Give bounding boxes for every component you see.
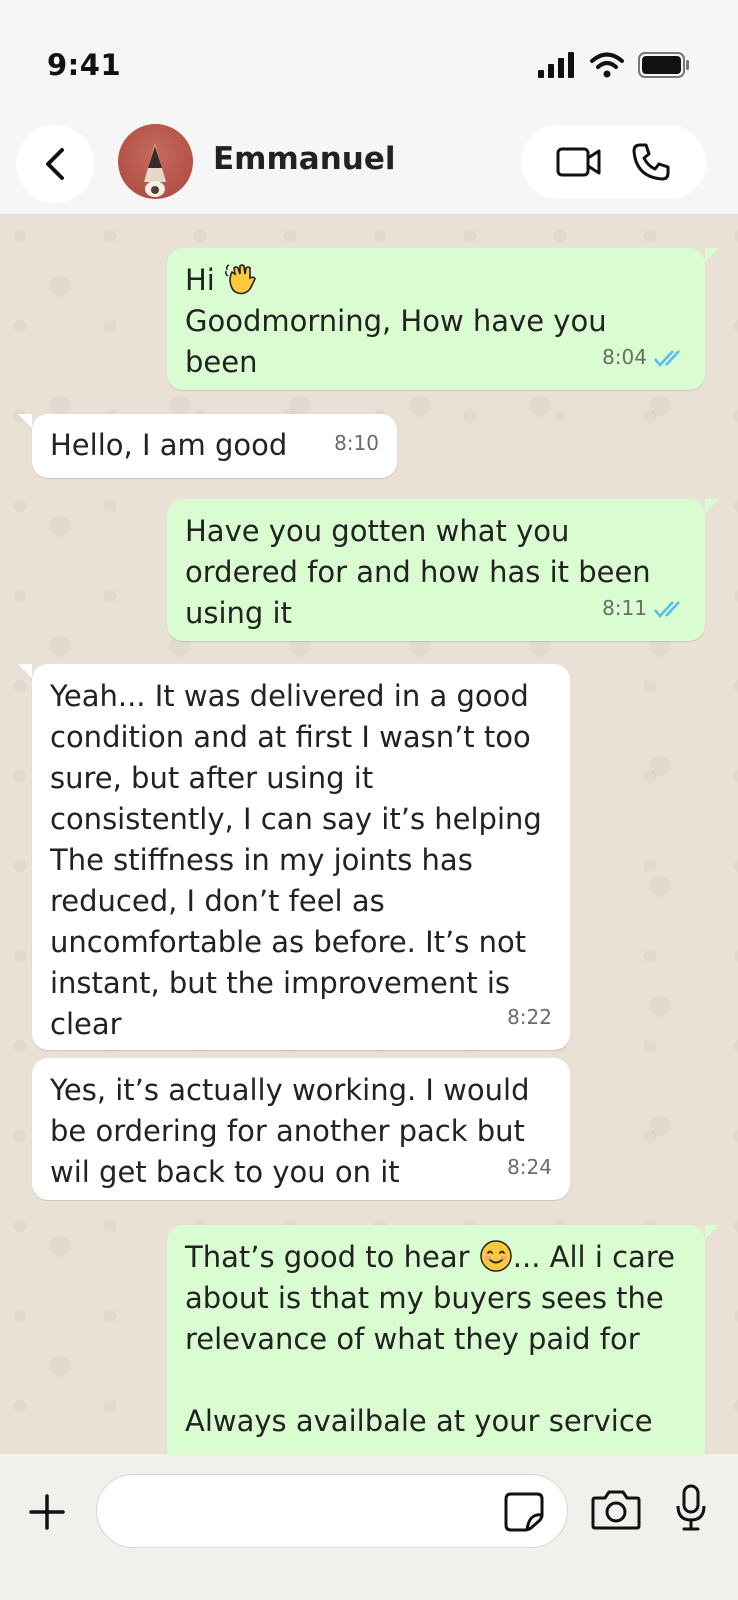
phone-call-icon[interactable] (631, 142, 671, 182)
microphone-icon[interactable] (676, 1484, 706, 1532)
message-time: 8:11 (602, 596, 647, 620)
chevron-left-icon (46, 148, 64, 180)
sticker-icon[interactable] (503, 1491, 545, 1533)
incoming-message[interactable]: Hello, I am good 8:10 (18, 414, 397, 478)
chat-header: 9:41 Emmanuel (0, 0, 738, 215)
bubble-tail (18, 414, 32, 428)
back-button[interactable] (16, 125, 94, 203)
call-actions (521, 125, 706, 199)
message-text: Yes, it’s actually working. I would be o… (50, 1073, 539, 1189)
message-meta: 8:10 (334, 423, 379, 464)
smiling-face-emoji-icon (480, 1240, 512, 1272)
bubble-tail (705, 499, 719, 513)
message-time: 8:04 (602, 345, 647, 369)
battery-icon (638, 52, 689, 78)
camera-icon[interactable] (591, 1488, 641, 1530)
message-text: Yeah... It was delivered in a good condi… (50, 679, 542, 1041)
message-meta: 8:11 (602, 588, 687, 629)
bubble-tail (705, 248, 719, 262)
message-line: Hi (185, 260, 687, 301)
bubble-tail (705, 1225, 719, 1239)
message-time: 8:24 (507, 1155, 552, 1179)
message-text: Hello, I am good (50, 428, 288, 462)
incoming-message[interactable]: Yeah... It was delivered in a good condi… (18, 664, 570, 1050)
outgoing-message[interactable]: That’s good to hear ... All i care about… (167, 1225, 719, 1454)
message-meta: 8:04 (602, 337, 687, 378)
message-time: 8:22 (507, 1005, 552, 1029)
message-text: Hi (185, 263, 215, 297)
message-input-wrapper[interactable] (96, 1474, 568, 1548)
chat-area[interactable]: Hi Goodmorning, How have you been 8:04 H… (0, 216, 738, 1454)
avatar-image (144, 144, 166, 197)
message-input[interactable] (117, 1489, 487, 1533)
outgoing-message[interactable]: Have you gotten what you ordered for and… (167, 499, 719, 641)
outgoing-message[interactable]: Hi Goodmorning, How have you been 8:04 (167, 248, 719, 390)
waving-hand-emoji-icon (225, 264, 256, 295)
read-ticks-icon (654, 600, 680, 618)
signal-icon (538, 52, 574, 78)
message-text: That’s good to hear (185, 1240, 479, 1274)
wifi-icon (590, 52, 624, 78)
bubble-tail (18, 664, 32, 678)
plus-icon[interactable] (27, 1492, 67, 1532)
status-icons (538, 52, 690, 78)
incoming-message[interactable]: Yes, it’s actually working. I would be o… (32, 1058, 570, 1200)
message-body: That’s good to hear ... All i care about… (185, 1237, 675, 1442)
message-composer (0, 1454, 738, 1600)
avatar[interactable] (118, 124, 193, 199)
message-meta: 8:24 (507, 1147, 552, 1188)
video-call-icon[interactable] (556, 145, 602, 179)
contact-name[interactable]: Emmanuel (213, 141, 396, 177)
message-meta: 8:22 (507, 997, 552, 1038)
message-time: 8:10 (334, 431, 379, 455)
read-ticks-icon (654, 349, 680, 367)
status-time: 9:41 (47, 48, 122, 82)
